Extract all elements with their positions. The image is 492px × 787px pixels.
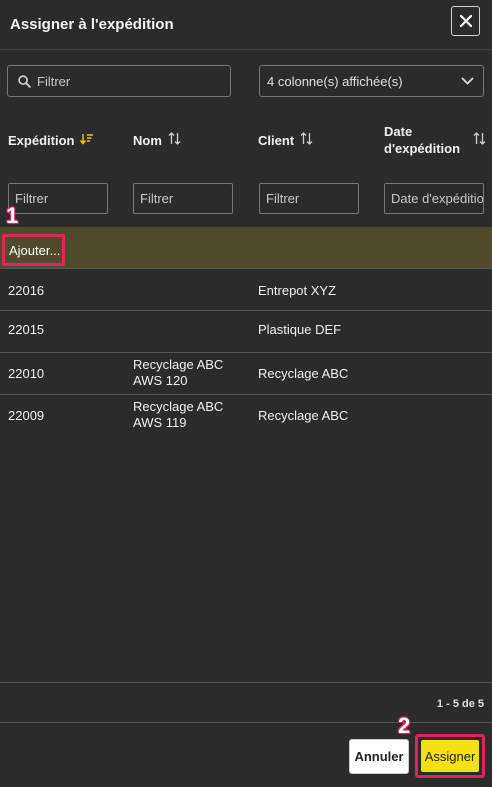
cell-client: Recyclage ABC [258, 408, 349, 423]
divider [0, 722, 492, 723]
columns-select-value: 4 colonne(s) affichée(s) [267, 73, 403, 89]
cell-expedition: 22015 [8, 322, 45, 337]
columns-select[interactable]: 4 colonne(s) affichée(s) [259, 65, 484, 97]
annotation-badge-1: 1 [6, 203, 19, 228]
search-icon [18, 74, 31, 88]
column-header-label: Expédition [8, 132, 75, 148]
cell-client: Recyclage ABC [258, 366, 349, 381]
sort-icon[interactable] [300, 132, 313, 148]
cell-nom: Recyclage ABC AWS 119 [133, 399, 223, 431]
search-input[interactable] [37, 73, 207, 89]
column-header-nom[interactable]: Nom [133, 120, 181, 160]
cell-expedition: 22009 [8, 408, 45, 423]
filter-client[interactable] [259, 183, 359, 214]
column-header-date-line1: Date [384, 124, 413, 139]
close-icon [459, 15, 472, 27]
cell-client: Entrepot XYZ [258, 283, 337, 298]
table-row[interactable]: 22016 Entrepot XYZ [0, 269, 492, 311]
add-row: Ajouter... [0, 227, 492, 269]
dialog-header: Assigner à l'expédition [0, 0, 492, 50]
table-row[interactable]: 22015 Plastique DEF [0, 311, 492, 353]
assign-button[interactable]: Assigner [415, 734, 485, 778]
column-header-label: Date d'expédition [384, 123, 460, 157]
sort-icon[interactable] [168, 132, 181, 148]
assign-button-label: Assigner [421, 740, 479, 772]
cell-nom-line1: Recyclage ABC [133, 399, 224, 414]
column-header-label: Nom [133, 132, 162, 148]
close-button[interactable] [451, 6, 480, 36]
column-header-client[interactable]: Client [258, 120, 313, 160]
cancel-button[interactable]: Annuler [349, 739, 409, 774]
pagination-info: 1 - 5 de 5 [436, 698, 484, 710]
cell-nom: Recyclage ABC AWS 120 [133, 357, 223, 389]
filter-nom[interactable] [133, 183, 233, 214]
chevron-down-icon [461, 77, 474, 85]
table-row[interactable]: 22010 Recyclage ABC AWS 120 Recyclage AB… [0, 353, 492, 395]
column-header-label: Client [258, 132, 295, 148]
table-toolbar: 4 colonne(s) affichée(s) [7, 65, 484, 97]
cell-client: Plastique DEF [258, 322, 342, 337]
column-header-date[interactable]: Date d'expédition [384, 120, 486, 160]
table-row[interactable]: 22009 Recyclage ABC AWS 119 Recyclage AB… [0, 395, 492, 437]
cell-expedition: 22016 [8, 283, 45, 298]
search-box[interactable] [7, 65, 231, 97]
add-button[interactable]: Ajouter... [2, 234, 65, 266]
filter-date[interactable] [384, 183, 484, 214]
sort-icon[interactable] [473, 132, 486, 148]
cell-expedition: 22010 [8, 366, 45, 381]
divider [0, 682, 492, 683]
cell-nom-line1: Recyclage ABC [133, 357, 224, 372]
dialog-title: Assigner à l'expédition [10, 16, 174, 33]
annotation-badge-2: 2 [398, 713, 411, 738]
sort-descending-icon[interactable] [80, 132, 94, 148]
cell-nom-line2: AWS 120 [133, 373, 188, 388]
column-header-date-line2: d'expédition [384, 141, 461, 156]
filter-expedition[interactable] [8, 183, 108, 214]
column-header-expedition[interactable]: Expédition [8, 120, 94, 160]
cell-nom-line2: AWS 119 [133, 415, 187, 430]
